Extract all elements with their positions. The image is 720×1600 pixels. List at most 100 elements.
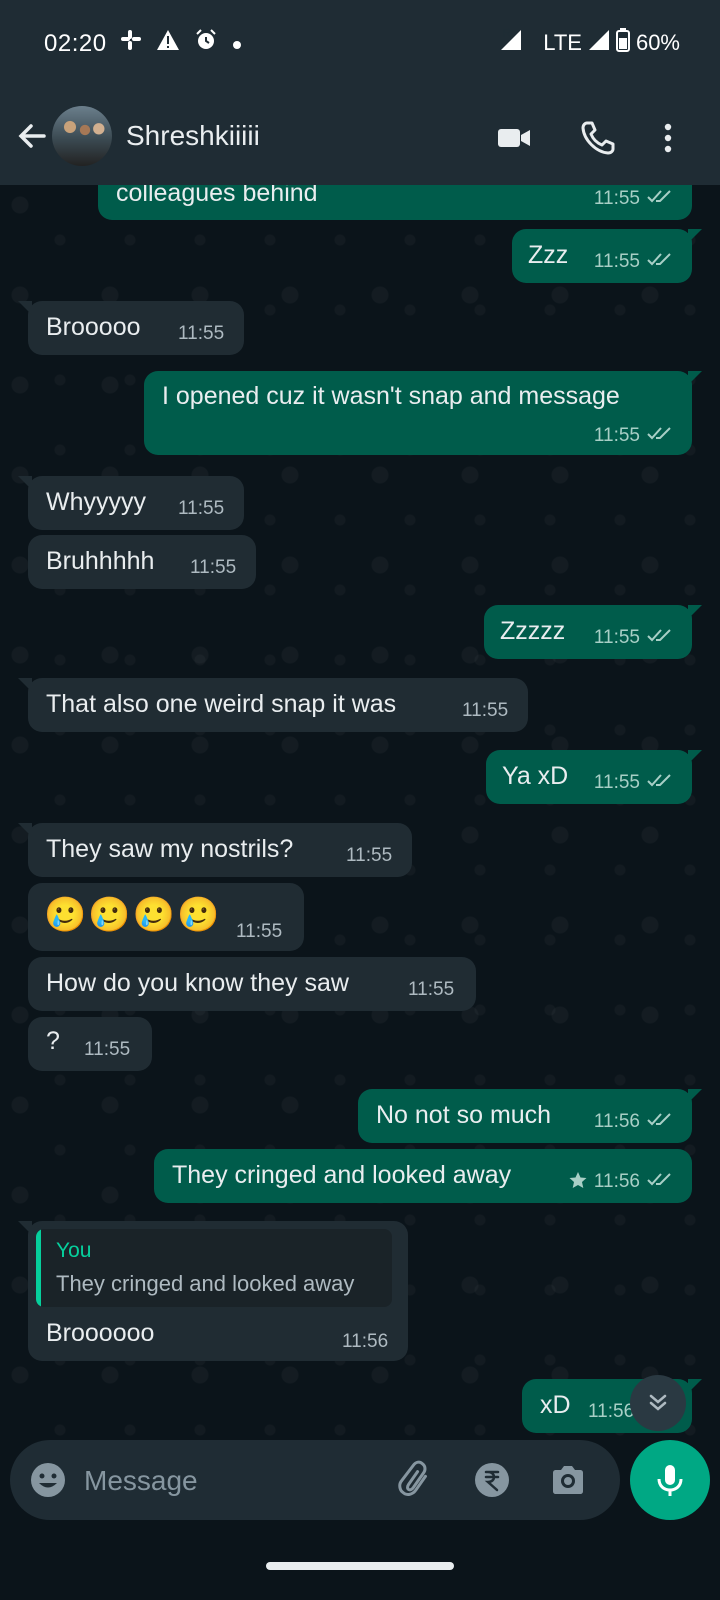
message-text: Zzz: [528, 241, 569, 269]
message-time: 11:56: [594, 1111, 674, 1133]
message-emoji: 🥲🥲🥲🥲: [44, 896, 222, 934]
rupee-payment-icon[interactable]: [472, 1460, 512, 1505]
slack-icon: [120, 29, 142, 57]
voice-call-icon[interactable]: [578, 118, 618, 158]
message-text: Brooooo: [46, 313, 141, 341]
message-text: They cringed and looked away: [172, 1161, 512, 1189]
message-incoming[interactable]: How do you know they saw 11:55: [28, 957, 476, 1011]
bubble-tail: [18, 301, 32, 315]
alarm-icon: [194, 28, 218, 58]
message-text: That also one weird snap it was: [46, 690, 397, 718]
battery-percent: 60%: [635, 30, 680, 55]
message-time: 11:55: [594, 425, 674, 447]
message-text: Whyyyyy: [46, 488, 146, 516]
bubble-tail: [18, 476, 32, 490]
message-text: xD: [540, 1391, 571, 1419]
read-receipt-icon: [646, 772, 674, 794]
message-time: 11:55: [594, 251, 674, 273]
star-icon: [568, 1171, 594, 1192]
message-outgoing[interactable]: Zzzzz 11:55: [484, 605, 702, 659]
read-receipt-icon: [646, 188, 674, 210]
read-receipt-icon: [646, 1111, 674, 1133]
message-text: Zzzzz: [500, 617, 566, 645]
more-options-icon[interactable]: [648, 118, 688, 158]
message-composer: [10, 1440, 620, 1520]
message-time: 11:55: [178, 323, 225, 344]
message-time: 11:55: [346, 845, 393, 866]
read-receipt-icon: [646, 627, 674, 649]
mic-icon[interactable]: [630, 1440, 710, 1520]
emoji-icon[interactable]: [28, 1460, 68, 1505]
battery-icon: [615, 28, 630, 58]
system-nav-bar: [0, 1530, 720, 1600]
contact-name[interactable]: Shreshkiiiii: [126, 120, 260, 152]
status-time: 02:20: [44, 30, 107, 57]
bubble-tail: [688, 1089, 702, 1103]
dot-icon: [232, 30, 242, 56]
message-incoming[interactable]: Whyyyyy 11:55: [18, 476, 244, 530]
message-time: 11:55: [462, 700, 509, 721]
message-time: 11:55: [84, 1039, 131, 1060]
message-text: I opened cuz it wasn't snap and message: [162, 382, 620, 410]
message-outgoing[interactable]: Zzz 11:55: [512, 229, 702, 283]
message-time: 11:55: [594, 772, 674, 794]
scroll-down-icon[interactable]: [630, 1375, 686, 1431]
bubble-tail: [688, 229, 702, 243]
home-gesture-bar[interactable]: [266, 1562, 454, 1570]
read-receipt-icon: [646, 251, 674, 273]
quote-text: They cringed and looked away: [56, 1271, 355, 1296]
chat-area[interactable]: colleagues behind 11:55 Zzz 11:55 Broooo…: [0, 185, 720, 1455]
bubble-tail: [18, 1221, 32, 1235]
message-outgoing[interactable]: They cringed and looked away 11:56: [154, 1149, 692, 1203]
message-time: 11:55: [594, 627, 674, 649]
message-time: 11:55: [594, 188, 674, 210]
camera-icon[interactable]: [548, 1460, 588, 1505]
status-notification-icons: [120, 28, 242, 58]
message-outgoing[interactable]: colleagues behind 11:55: [98, 185, 692, 220]
message-incoming[interactable]: 🥲🥲🥲🥲 11:55: [28, 883, 304, 951]
message-incoming[interactable]: ? 11:55: [28, 1017, 152, 1071]
read-receipt-icon: [646, 1171, 674, 1193]
avatar[interactable]: [52, 106, 112, 166]
message-text: How do you know they saw: [46, 969, 349, 997]
quote-author: You: [56, 1239, 92, 1262]
bubble-tail: [18, 678, 32, 692]
attach-icon[interactable]: [396, 1460, 436, 1505]
quoted-message[interactable]: You They cringed and looked away: [36, 1229, 392, 1307]
bubble-tail: [688, 371, 702, 385]
roaming-label: R: [502, 26, 512, 40]
message-text: Ya xD: [502, 762, 569, 790]
message-text: No not so much: [376, 1101, 552, 1129]
message-incoming[interactable]: Brooooo 11:55: [18, 301, 244, 355]
message-time: 11:55: [236, 921, 283, 942]
message-outgoing[interactable]: Ya xD 11:55: [486, 750, 702, 804]
message-time: 11:56: [568, 1171, 674, 1193]
warning-icon: [156, 29, 180, 57]
message-incoming[interactable]: That also one weird snap it was 11:55: [18, 678, 528, 732]
message-outgoing[interactable]: No not so much 11:56: [358, 1089, 702, 1143]
message-input[interactable]: [82, 1458, 386, 1504]
bubble-tail: [688, 605, 702, 619]
message-outgoing[interactable]: I opened cuz it wasn't snap and message …: [144, 371, 702, 455]
bubble-tail: [688, 750, 702, 764]
chat-header: Shreshkiiiii: [0, 90, 720, 185]
status-system-icons: R LTE 60%: [499, 26, 680, 58]
message-text: Broooooo: [46, 1319, 155, 1347]
message-time: 11:56: [342, 1331, 389, 1352]
message-incoming-reply[interactable]: You They cringed and looked away Brooooo…: [18, 1221, 408, 1361]
status-bar: 02:20 R LTE 60%: [0, 0, 720, 90]
message-text: They saw my nostrils?: [46, 835, 294, 863]
message-time: 11:56: [588, 1401, 635, 1422]
message-text: colleagues behind: [116, 185, 318, 207]
message-text: ?: [46, 1027, 60, 1055]
quote-accent-bar: [36, 1229, 41, 1307]
back-arrow-icon[interactable]: [14, 118, 50, 154]
message-incoming[interactable]: They saw my nostrils? 11:55: [18, 823, 412, 877]
message-time: 11:55: [178, 498, 225, 519]
video-call-icon[interactable]: [494, 118, 534, 158]
read-receipt-icon: [646, 425, 674, 447]
network-label: LTE: [543, 30, 582, 55]
message-time: 11:55: [190, 557, 237, 578]
signal-icon: [588, 29, 610, 57]
message-incoming[interactable]: Bruhhhhh 11:55: [28, 535, 256, 589]
